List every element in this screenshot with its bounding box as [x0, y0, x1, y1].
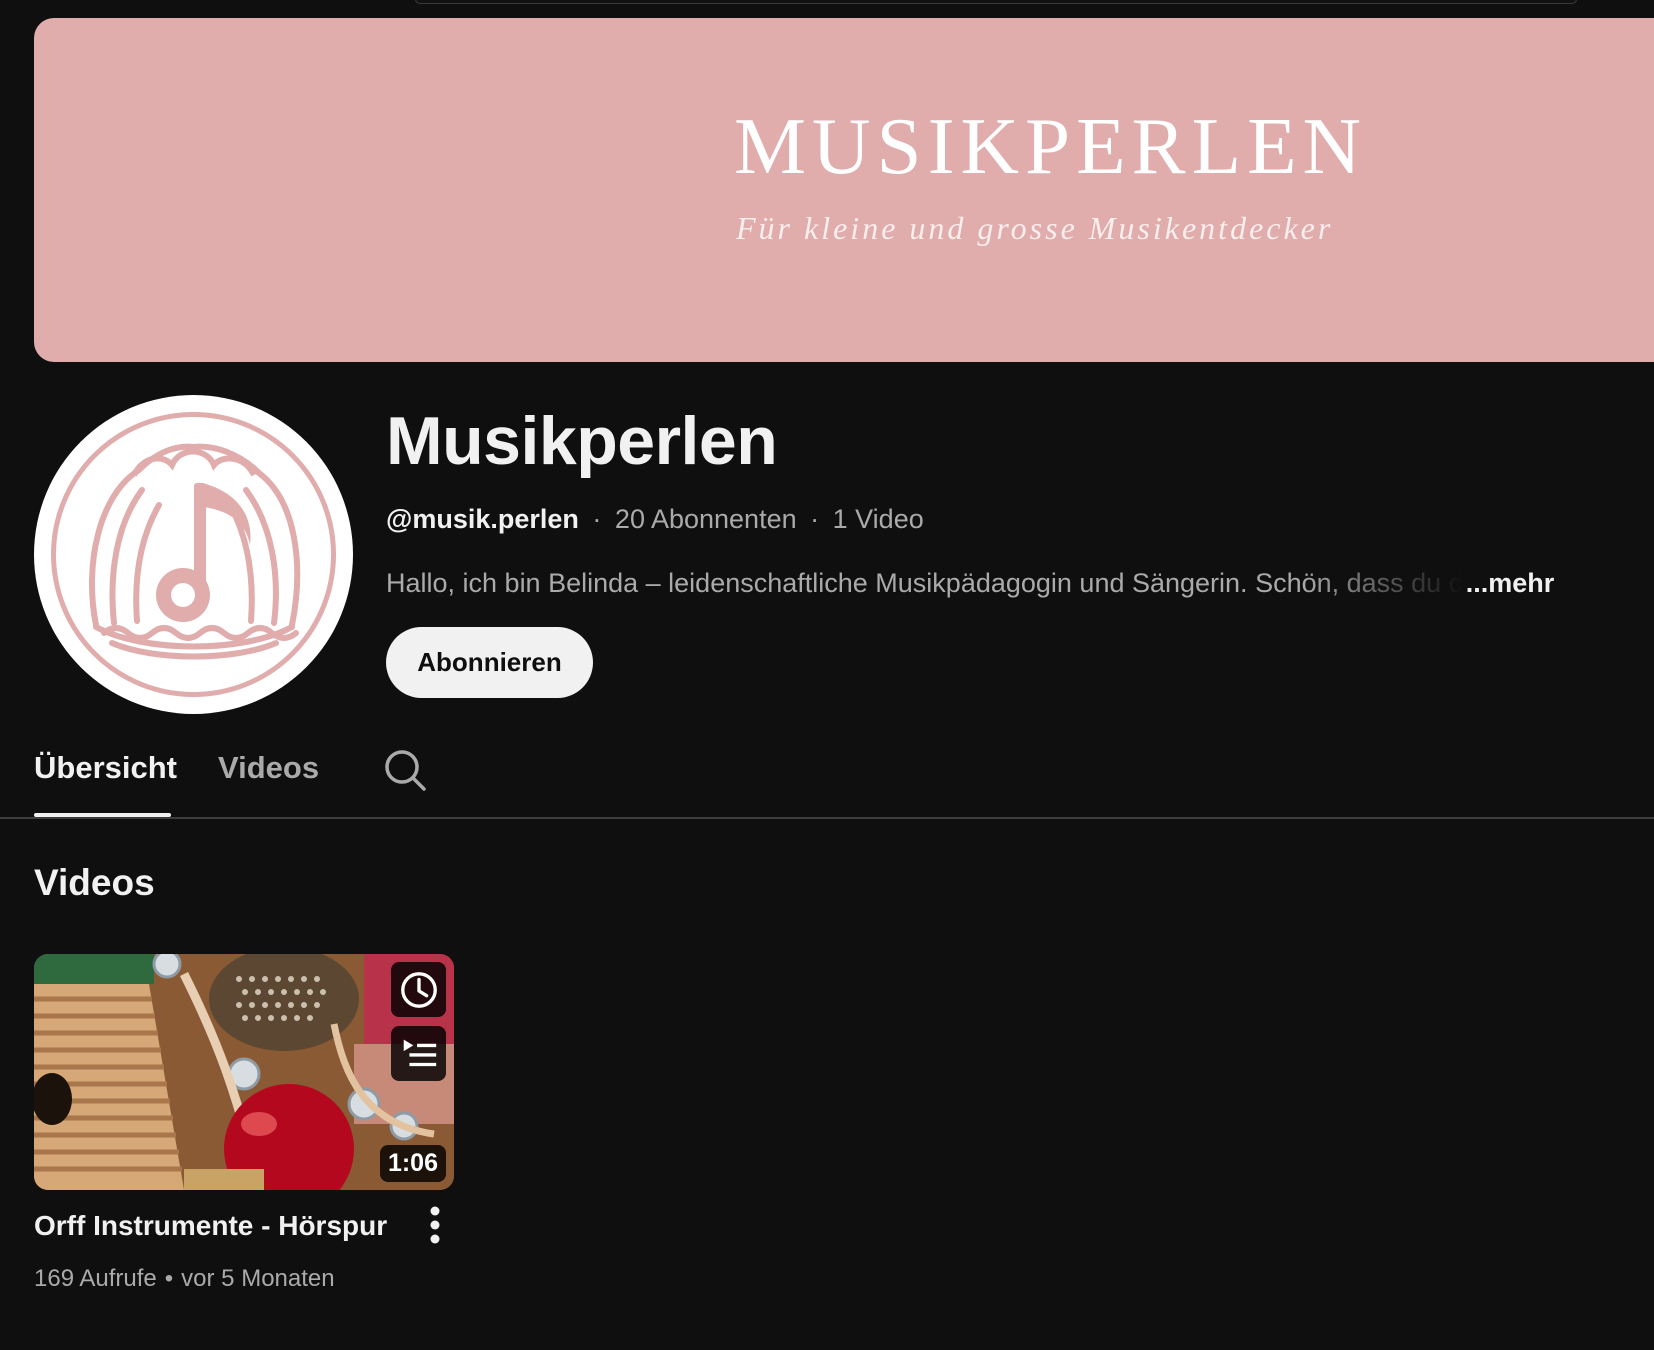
description-text: Hallo, ich bin Belinda – leidenschaftlic… [386, 568, 1464, 598]
add-to-queue-icon[interactable] [391, 1026, 446, 1081]
video-count: 1 Video [832, 504, 924, 534]
channel-name: Musikperlen [386, 403, 778, 479]
video-title[interactable]: Orff Instrumente - Hörspur [34, 1210, 394, 1242]
meta-separator: • [164, 1265, 174, 1292]
section-heading: Videos [34, 862, 155, 903]
meta-separator: · [810, 504, 820, 534]
channel-tabs: Übersicht Videos [0, 730, 1654, 818]
channel-banner: MUSIKPERLEN Für kleine und grosse Musike… [34, 18, 1654, 362]
pearl-shell-music-note-icon [51, 412, 336, 697]
video-meta: 169 Aufrufe • vor 5 Monaten [34, 1265, 335, 1293]
video-duration: 1:06 [379, 1145, 446, 1182]
subscribe-button[interactable]: Abonnieren [386, 627, 593, 698]
tabs-divider [0, 817, 1654, 819]
subscriber-count: 20 Abonnenten [614, 504, 797, 534]
more-actions-icon[interactable] [420, 1204, 450, 1246]
banner-title: MUSIKPERLEN [734, 101, 1368, 191]
description-more-link[interactable]: ...mehr [1466, 568, 1555, 599]
tab-overview[interactable]: Übersicht [34, 750, 177, 786]
video-thumbnail[interactable]: 1:06 [34, 954, 454, 1190]
channel-handle: @musik.perlen [386, 504, 579, 534]
upload-age: vor 5 Monaten [181, 1265, 335, 1292]
view-count: 169 Aufrufe [34, 1265, 157, 1292]
channel-description[interactable]: Hallo, ich bin Belinda – leidenschaftlic… [386, 568, 1586, 599]
meta-separator: · [592, 504, 602, 534]
channel-avatar[interactable] [34, 395, 353, 714]
banner-subtitle: Für kleine und grosse Musikentdecker [736, 210, 1334, 246]
masthead-edge [415, 0, 1577, 4]
watch-later-icon[interactable] [391, 962, 446, 1017]
channel-meta: @musik.perlen · 20 Abonnenten · 1 Video [386, 504, 924, 535]
video-card[interactable]: 1:06 Orff Instrumente - Hörspur 169 Aufr… [34, 954, 454, 1292]
search-icon[interactable] [383, 748, 427, 792]
tab-videos[interactable]: Videos [218, 750, 319, 786]
